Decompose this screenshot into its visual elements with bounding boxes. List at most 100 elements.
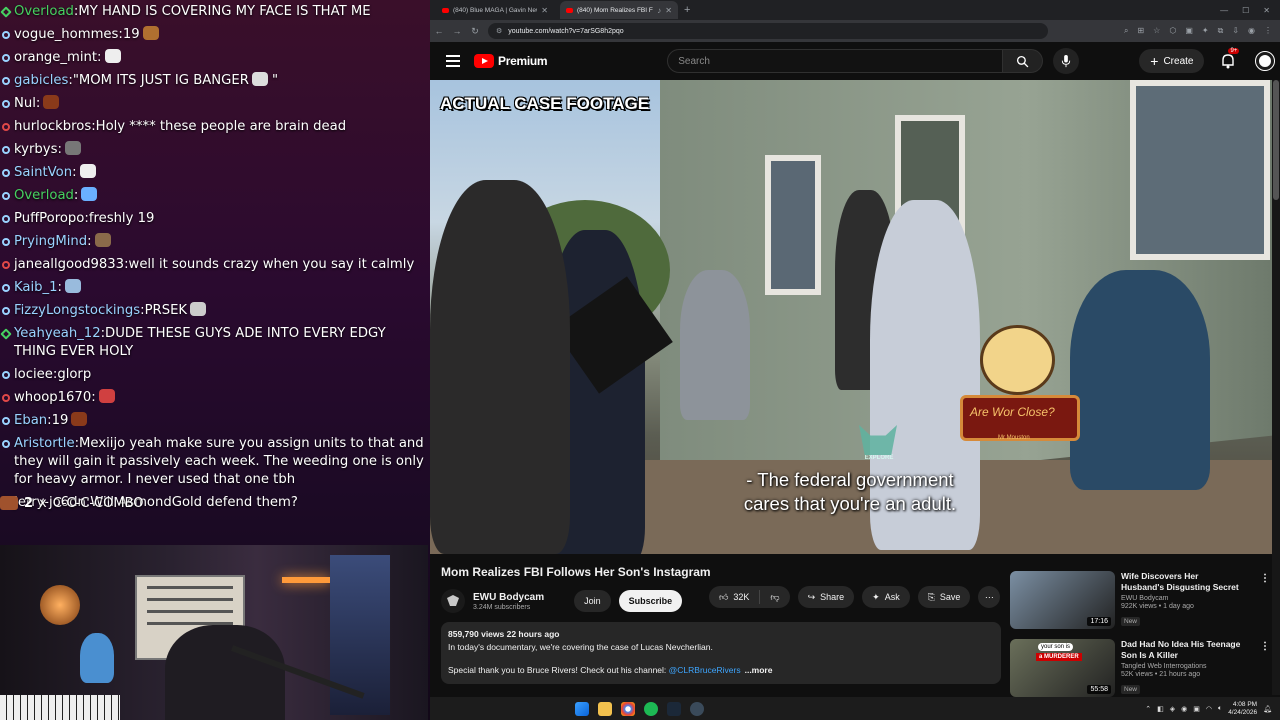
chat-badge-icon (2, 122, 10, 131)
chat-username[interactable]: kyrbys (14, 142, 57, 157)
search-button[interactable] (1003, 49, 1044, 73)
tab-blue-maga[interactable]: (840) Blue MAGA | Gavin Newsom ✕ (436, 1, 554, 19)
new-tab-button[interactable]: + (684, 4, 690, 16)
search-input[interactable]: Search (667, 49, 1004, 73)
download-icon[interactable]: ⇩ (1232, 26, 1239, 36)
scrollbar-thumb[interactable] (1273, 80, 1279, 200)
minimize-icon[interactable]: — (1220, 6, 1228, 15)
like-button[interactable]: 👍︎ 32K (709, 586, 759, 608)
chat-badge-icon (2, 30, 10, 39)
tray-app-icon[interactable]: ▣ (1193, 705, 1200, 713)
chat-username[interactable]: lociee (14, 367, 53, 382)
notifications-button[interactable]: 9+ (1220, 48, 1240, 69)
chat-username[interactable]: PryingMind (14, 234, 87, 249)
share-button[interactable]: ↪ Share (797, 586, 855, 608)
youtube-logo[interactable]: Premium (474, 54, 548, 68)
close-icon[interactable]: ✕ (665, 6, 672, 15)
url-input[interactable]: ⚙ youtube.com/watch?v=7arSG8h2pqo (488, 23, 1048, 39)
chat-panel: Overload: MY HAND IS COVERING MY FACE IS … (0, 0, 430, 545)
chat-username[interactable]: Nul (14, 96, 36, 111)
save-label: Save (939, 592, 961, 602)
kebab-menu-icon[interactable]: ⋮ (1264, 26, 1272, 36)
more-link[interactable]: ...more (745, 665, 773, 675)
chrome-icon[interactable] (621, 701, 635, 716)
wifi-icon[interactable]: ◠ (1206, 705, 1212, 713)
tray-app-icon[interactable]: ◉ (1181, 705, 1187, 713)
chat-username[interactable]: janeallgood9833 (14, 257, 124, 272)
voice-search-button[interactable] (1053, 48, 1080, 74)
puzzle-icon[interactable]: ⧉ (1218, 26, 1224, 36)
spotify-icon[interactable] (644, 701, 658, 716)
profile-icon[interactable]: ◉ (1248, 26, 1255, 36)
related-title[interactable]: Wife Discovers Her Husband's Disgusting … (1121, 571, 1241, 593)
video-thumbnail[interactable]: 17:16 (1010, 571, 1115, 629)
channel-name[interactable]: EWU Bodycam (473, 592, 544, 603)
tray-chevron-icon[interactable]: ⌃ (1145, 705, 1151, 713)
chat-username[interactable]: Kaib_1 (14, 280, 58, 295)
video-thumbnail[interactable]: your son is a MURDERER 55:58 (1010, 639, 1115, 697)
chat-username[interactable]: gabicles (14, 73, 68, 88)
zoom-icon[interactable]: ⌕ (1124, 26, 1128, 36)
back-icon[interactable]: ← (430, 26, 448, 36)
volume-icon[interactable]: 🔈︎ (1218, 705, 1222, 713)
kebab-menu-icon[interactable]: ⋮ (1260, 641, 1270, 652)
bookmark-star-icon[interactable]: ☆ (1153, 26, 1160, 36)
video-actions: 👍︎ 32K 👎︎ ↪ Share ✦ Ask ⎘ Save ⋯ (709, 586, 1001, 608)
join-button[interactable]: Join (574, 590, 611, 612)
chat-username[interactable]: SaintVon (14, 165, 72, 180)
create-button[interactable]: + Create (1139, 49, 1205, 73)
related-channel[interactable]: Tangled Web Interrogations (1121, 663, 1270, 670)
description-box[interactable]: 859,790 views 22 hours ago In today's do… (441, 622, 1001, 684)
tray-app-icon[interactable]: ◈ (1170, 705, 1175, 713)
tray-app-icon[interactable]: ◧ (1157, 705, 1164, 713)
maximize-icon[interactable]: ☐ (1242, 6, 1249, 15)
windows-start-icon[interactable] (575, 701, 589, 716)
hamburger-menu-icon[interactable] (446, 52, 460, 70)
notification-bell-icon[interactable]: 🔔︎ (1263, 705, 1272, 713)
forward-icon[interactable]: → (448, 26, 466, 36)
account-avatar[interactable] (1255, 51, 1276, 71)
related-title[interactable]: Dad Had No Idea His Teenage Son Is A Kil… (1121, 639, 1241, 661)
file-explorer-icon[interactable] (598, 701, 612, 716)
related-video-item[interactable]: your son is a MURDERER 55:58 Dad Had No Ide… (1010, 639, 1270, 701)
channel-avatar[interactable] (441, 589, 465, 613)
site-info-icon[interactable]: ⚙ (496, 27, 502, 35)
close-window-icon[interactable]: ✕ (1263, 6, 1270, 15)
chat-username[interactable]: vogue_hommes (14, 27, 118, 42)
reload-icon[interactable]: ↻ (466, 26, 484, 37)
extension-icon[interactable]: ⬡ (1169, 26, 1176, 36)
chat-emote-icon (79, 163, 96, 178)
chat-username[interactable]: FizzyLongstockings (14, 303, 140, 318)
chat-username[interactable]: orange_mint (14, 50, 97, 65)
steam-icon[interactable] (667, 701, 681, 716)
speaker-icon[interactable]: ♪ (657, 6, 661, 15)
channel-link[interactable]: @CLRBruceRivers (669, 665, 741, 675)
chat-username[interactable]: hurlockbros (14, 119, 91, 134)
sticker-text: Are Wor Close? (970, 405, 1055, 419)
install-icon[interactable]: ⊞ (1137, 26, 1144, 36)
chat-badge-icon (2, 306, 10, 315)
kebab-menu-icon[interactable]: ⋮ (1260, 573, 1270, 584)
chat-username[interactable]: PuffPoropo (14, 211, 84, 226)
close-icon[interactable]: ✕ (541, 6, 548, 15)
chat-username[interactable]: Overload (14, 4, 74, 19)
related-channel[interactable]: EWU Bodycam (1121, 595, 1270, 602)
extension-icon[interactable]: ▣ (1185, 26, 1193, 36)
chat-username[interactable]: whoop1670 (14, 390, 91, 405)
chat-username[interactable]: Eban (14, 413, 47, 428)
chat-username[interactable]: Overload (14, 188, 74, 203)
extension-icon[interactable]: ✦ (1202, 26, 1209, 36)
tab-mom-realizes[interactable]: (840) Mom Realizes FBI Follo ♪ ✕ (560, 1, 678, 19)
video-title: Mom Realizes FBI Follows Her Son's Insta… (441, 565, 711, 579)
save-button[interactable]: ⎘ Save (917, 586, 971, 608)
clock[interactable]: 4:08 PM 4/24/2026 (1228, 701, 1257, 717)
chat-username[interactable]: Yeahyeah_12 (14, 326, 101, 341)
video-player[interactable]: Are Wor Close? Mr Mouston EXPLORE ACTUAL… (430, 80, 1272, 554)
chat-username[interactable]: Aristortle (14, 436, 75, 451)
more-actions-button[interactable]: ⋯ (978, 586, 1001, 608)
subscribe-button[interactable]: Subscribe (618, 590, 683, 612)
ask-button[interactable]: ✦ Ask (862, 586, 910, 608)
related-video-item[interactable]: 17:16 Wife Discovers Her Husband's Disgus… (1010, 571, 1270, 633)
dislike-button[interactable]: 👎︎ (760, 586, 789, 608)
settings-gear-icon[interactable] (690, 701, 704, 716)
